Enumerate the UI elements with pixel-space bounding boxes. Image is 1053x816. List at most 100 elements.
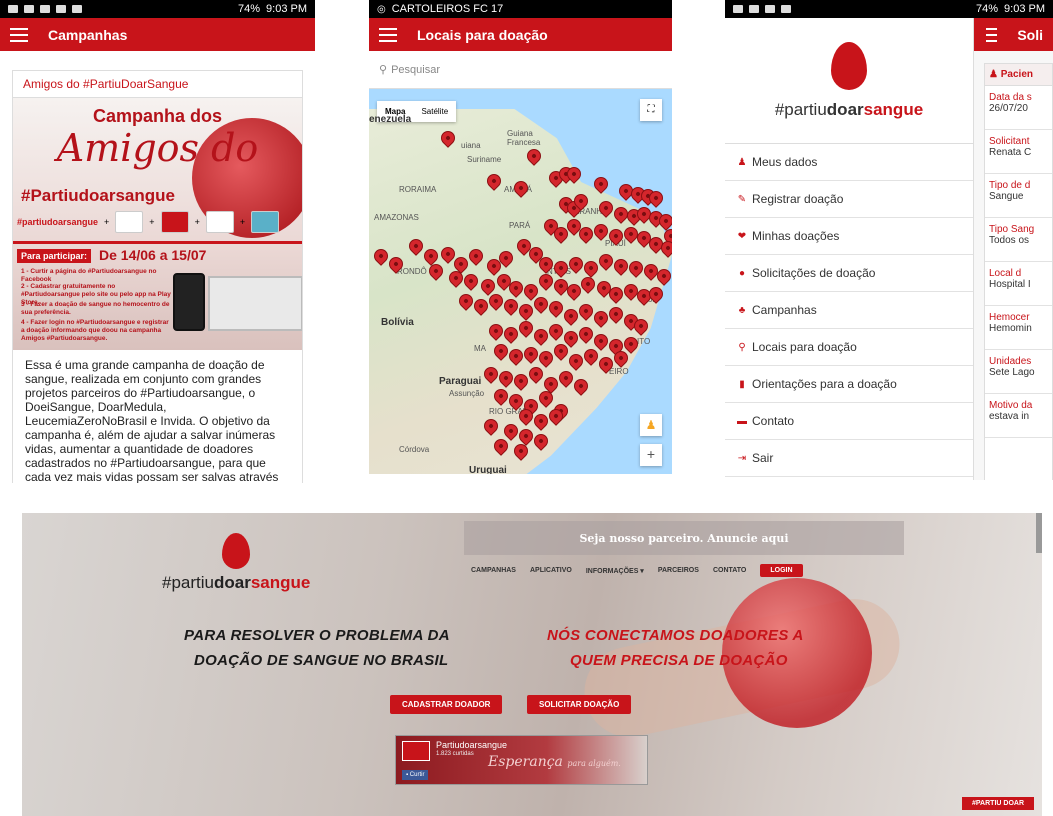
- menu-item[interactable]: ● Solicitações de doação: [725, 255, 973, 292]
- map-label: RORAIMA: [399, 185, 437, 194]
- menu-item[interactable]: ▬ Contato: [725, 403, 973, 440]
- menu-icon[interactable]: [10, 27, 28, 42]
- menu-item-label: Minhas doações: [752, 229, 840, 243]
- map-label: EIRO: [609, 367, 629, 376]
- app-bar-title: Soli: [1017, 26, 1043, 43]
- map-label: Paraguai: [439, 376, 482, 387]
- fb-page-title[interactable]: Partiudoarsangue: [436, 740, 507, 750]
- field-label: Motivo da: [989, 400, 1033, 411]
- map-label: Uruguai: [469, 465, 507, 474]
- field-value: 26/07/20: [989, 103, 1028, 114]
- nav-contato[interactable]: CONTATO: [713, 567, 746, 574]
- poster-step: 4 - Fazer login no #Partiudoarsangue e r…: [21, 319, 169, 342]
- menu-item-label: Sair: [752, 451, 774, 465]
- campaign-card[interactable]: Amigos do #PartiuDoarSangue Campanha dos…: [12, 70, 303, 483]
- laptop-illustration: [208, 276, 302, 331]
- nav-aplicativo[interactable]: APLICATIVO: [530, 567, 572, 574]
- user-icon: ♟: [737, 156, 747, 168]
- register-donor-button[interactable]: CADASTRAR DOADOR: [390, 695, 503, 714]
- nav-campanhas[interactable]: CAMPANHAS: [471, 567, 516, 574]
- book-icon: ▮: [739, 378, 745, 390]
- drawer-logo: #partiudoarsangue: [725, 18, 973, 144]
- users-icon: ♣: [738, 304, 746, 316]
- menu-item-label: Locais para doação: [752, 340, 857, 354]
- logout-icon: ⇥: [737, 452, 747, 464]
- field-label: Solicitant: [989, 136, 1030, 147]
- map-label: AMAZONAS: [374, 213, 419, 222]
- partiu-doar-tag[interactable]: #PARTIU DOAR: [962, 797, 1034, 810]
- requests-panel: Soli ♟ Pacien Data da s 26/07/20 Solicitan…: [974, 18, 1053, 480]
- map-label: Bolívia: [381, 317, 414, 328]
- fb-like-button[interactable]: ▪ Curtir: [402, 770, 429, 780]
- scrollbar[interactable]: [1036, 513, 1042, 553]
- field-value: Hospital I: [989, 279, 1031, 290]
- map-label: MA: [474, 344, 486, 353]
- edit-icon: ✎: [737, 193, 747, 205]
- brand-text: #partiudoarsangue: [774, 99, 924, 119]
- fullscreen-icon[interactable]: ⛶: [640, 99, 662, 121]
- poster-step: 1 - Curtir a página do #Partiudoarsangue…: [21, 268, 157, 283]
- search-bar[interactable]: ⚲ Pesquisar: [369, 51, 672, 89]
- map-label: enezuela: [369, 114, 412, 125]
- headline-left-2: DOAÇÃO DE SANGUE NO BRASIL: [194, 652, 449, 669]
- nav-informacoes[interactable]: INFORMAÇÕES ▾: [586, 567, 644, 575]
- card-icon: ▬: [737, 415, 747, 427]
- menu-item[interactable]: ♣ Campanhas: [725, 292, 973, 329]
- campaign-poster: Campanha dos Amigos do #Partiudoarsangue…: [13, 98, 302, 350]
- fb-slogan: Esperança para alguém.: [488, 754, 621, 770]
- poster-brand: #partiudoarsangue: [17, 217, 99, 227]
- menu-item[interactable]: ❤ Minhas doações: [725, 218, 973, 255]
- campaign-description: Essa é uma grande campanha de doação de …: [25, 358, 279, 483]
- request-field: Tipo de d Sangue: [985, 174, 1052, 218]
- status-notification: CARTOLEIROS FC 17: [391, 3, 504, 15]
- menu-item[interactable]: ▮ Orientações para a doação: [725, 366, 973, 403]
- field-label: Hemocer: [989, 312, 1030, 323]
- pegman-icon[interactable]: ♟: [640, 414, 662, 436]
- menu-item[interactable]: ⇥ Sair: [725, 440, 973, 477]
- field-label: Tipo de d: [989, 180, 1031, 191]
- patient-header: ♟ Pacien: [985, 64, 1052, 86]
- facebook-widget[interactable]: Partiudoarsangue 1.823 curtidas Esperanç…: [395, 735, 648, 785]
- site-logo[interactable]: #partiudoarsangue: [162, 533, 310, 593]
- field-value: Todos os: [989, 235, 1030, 246]
- map-label: Guiana Francesa: [507, 129, 541, 147]
- search-icon: ⚲: [379, 64, 388, 76]
- field-value: Hemomin: [989, 323, 1032, 334]
- battery-text: 74%: [238, 3, 261, 15]
- poster-line1: Campanha dos: [92, 106, 223, 126]
- menu-icon[interactable]: [986, 27, 998, 42]
- menu-item[interactable]: ⚲ Locais para doação: [725, 329, 973, 366]
- poster-step: 3 - Fazer a doação de sangue no hemocent…: [21, 301, 170, 316]
- nav-drawer-screen: 74% 9:03 PM #partiudoarsangue ♟ Meus dados…: [725, 0, 1053, 480]
- brand-text: #partiudoarsangue: [162, 573, 311, 592]
- headline-right-1: NÓS CONECTAMOS DOADORES A: [547, 627, 804, 644]
- zoom-in-button[interactable]: +: [640, 444, 662, 466]
- menu-item-label: Meus dados: [752, 155, 818, 169]
- request-field: Unidades Sete Lago: [985, 350, 1052, 394]
- phone-illustration: [173, 273, 205, 331]
- page-avatar: [402, 741, 430, 761]
- menu-item-label: Contato: [752, 414, 795, 428]
- request-donation-button[interactable]: SOLICITAR DOAÇÃO: [527, 695, 632, 714]
- request-card[interactable]: ♟ Pacien Data da s 26/07/20 Solicitant Rena…: [984, 63, 1053, 480]
- nav-parceiros[interactable]: PARCEIROS: [658, 567, 699, 574]
- map-label: PARÁ: [509, 221, 531, 230]
- request-field: Motivo da estava in: [985, 394, 1052, 438]
- partner-banner[interactable]: Seja nosso parceiro. Anuncie aqui: [464, 521, 904, 555]
- app-bar-title: Locais para doação: [417, 26, 548, 43]
- login-button[interactable]: LOGIN: [760, 564, 803, 577]
- request-field: Hemocer Hemomin: [985, 306, 1052, 350]
- whatsapp-icon: ◎: [377, 3, 386, 15]
- menu-item[interactable]: ♟ Meus dados: [725, 144, 973, 181]
- map-view[interactable]: Mapa Satélite ⛶ enezuela uiana Guiana Fr…: [369, 89, 672, 474]
- headline-left-1: PARA RESOLVER O PROBLEMA DA: [184, 627, 450, 644]
- menu-icon[interactable]: [379, 27, 397, 42]
- field-label: Local d: [989, 268, 1022, 279]
- app-bar: Locais para doação: [369, 18, 672, 51]
- menu-item[interactable]: ✎ Registrar doação: [725, 181, 973, 218]
- poster-para: Para participar:: [17, 249, 92, 263]
- tab-satellite[interactable]: Satélite: [413, 101, 456, 122]
- location-icon: ⚲: [738, 341, 746, 353]
- poster-line3: #Partiudoarsangue: [21, 186, 175, 205]
- clock: 9:03 PM: [1004, 3, 1045, 15]
